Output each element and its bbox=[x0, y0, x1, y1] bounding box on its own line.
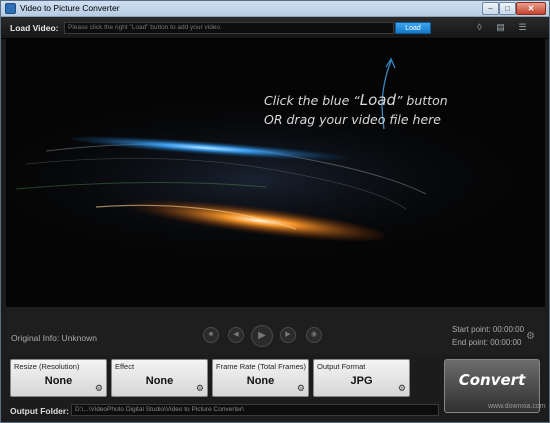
output-format-option-title: Output Format bbox=[317, 362, 366, 371]
previous-frame-button[interactable]: ◀ bbox=[228, 327, 244, 343]
app-logo-icon bbox=[5, 3, 16, 14]
start-point: Start point: 00:00:00 bbox=[452, 325, 525, 334]
next-frame-button[interactable]: ▶ bbox=[280, 327, 296, 343]
gear-icon[interactable]: ⚙ bbox=[398, 383, 406, 394]
tag-icon[interactable]: ◊ bbox=[474, 22, 485, 33]
frame-rate-option-title: Frame Rate (Total Frames) bbox=[216, 362, 307, 371]
gear-icon[interactable]: ⚙ bbox=[95, 383, 103, 394]
load-button[interactable]: Load bbox=[395, 22, 431, 34]
resize-option-title: Resize (Resolution) bbox=[14, 362, 80, 371]
video-preview-area[interactable]: Click the blue “Load” button OR drag you… bbox=[6, 39, 545, 307]
output-format-option[interactable]: Output Format JPG ⚙ bbox=[313, 359, 410, 397]
effect-option-title: Effect bbox=[115, 362, 135, 371]
app-window: Video to Picture Converter – □ ✕ Load Vi… bbox=[0, 0, 550, 423]
output-format-option-value: JPG bbox=[350, 375, 373, 387]
gear-icon[interactable]: ⚙ bbox=[526, 331, 535, 342]
watermark-text: www.downxia.com bbox=[488, 403, 546, 410]
frame-rate-option-value: None bbox=[246, 375, 275, 387]
close-button[interactable]: ✕ bbox=[516, 2, 546, 15]
resize-option[interactable]: Resize (Resolution) None ⚙ bbox=[10, 359, 107, 397]
snapshot-button[interactable]: ◉ bbox=[306, 327, 322, 343]
video-path-input[interactable]: Please click the right "Load" button to … bbox=[64, 22, 394, 34]
end-point: End point: 00:00:00 bbox=[452, 338, 522, 347]
gear-icon[interactable]: ⚙ bbox=[196, 383, 204, 394]
frame-rate-option[interactable]: Frame Rate (Total Frames) None ⚙ bbox=[212, 359, 309, 397]
effect-option-value: None bbox=[145, 375, 174, 387]
effect-option[interactable]: Effect None ⚙ bbox=[111, 359, 208, 397]
output-folder-label: Output Folder: bbox=[10, 406, 70, 416]
window-title: Video to Picture Converter bbox=[20, 3, 120, 13]
drop-hint-text: Click the blue “Load” button OR drag you… bbox=[264, 91, 448, 127]
playback-strip: Original Info: Unknown ■ ◀ ▶ ▶ ◉ Start p… bbox=[6, 307, 545, 355]
load-video-label: Load Video: bbox=[10, 23, 59, 33]
output-folder-input[interactable]: D:\...\VideoPhoto Digital Studio\Video t… bbox=[71, 404, 439, 416]
light-swoosh-graphic bbox=[6, 57, 545, 269]
original-info: Original Info: Unknown bbox=[11, 333, 97, 343]
load-video-bar: Load Video: Please click the right "Load… bbox=[1, 17, 549, 39]
maximize-button[interactable]: □ bbox=[499, 2, 516, 15]
minimize-button[interactable]: – bbox=[482, 2, 499, 15]
chat-icon[interactable]: ▤ bbox=[495, 22, 506, 33]
play-button[interactable]: ▶ bbox=[251, 325, 273, 347]
stop-button[interactable]: ■ bbox=[203, 327, 219, 343]
notes-icon[interactable]: ☰ bbox=[517, 22, 528, 33]
resize-option-value: None bbox=[44, 375, 73, 387]
gear-icon[interactable]: ⚙ bbox=[297, 383, 305, 394]
title-bar: Video to Picture Converter – □ ✕ bbox=[1, 1, 549, 17]
